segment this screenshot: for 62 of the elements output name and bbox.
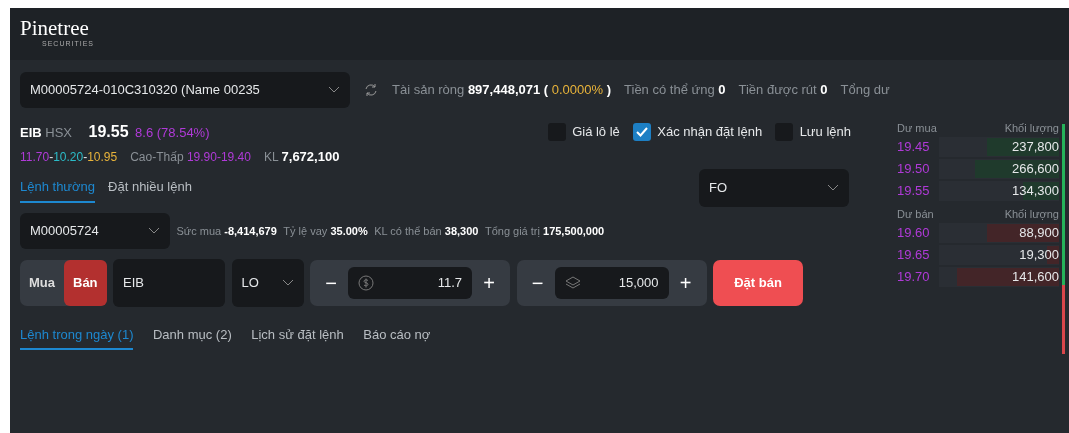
checkbox-option[interactable]: Giá lô lẻ	[547, 122, 620, 142]
dollar-icon	[358, 274, 375, 291]
bottom-tab[interactable]: Lịch sử đặt lệnh	[251, 320, 344, 351]
increase-button[interactable]: +	[668, 272, 703, 293]
account-stat: Tài sản ròng 897,448,071 ( 0.0000% )	[392, 81, 612, 100]
order-tab[interactable]: Đặt nhiều lệnh	[108, 173, 192, 203]
market-select[interactable]: FO	[699, 168, 849, 207]
order-price: 19.55	[897, 182, 930, 201]
price-change: 8.6 (78.54%)	[135, 124, 210, 142]
caret-icon	[148, 226, 160, 235]
submit-order-button[interactable]: Đặt bán	[713, 259, 804, 306]
account-stat: Tiền được rút 0	[738, 81, 828, 100]
checkbox-option[interactable]: Xác nhận đặt lệnh	[632, 122, 763, 142]
order-price: 19.45	[897, 138, 930, 157]
column-header: Dư bán	[897, 206, 934, 222]
stock-symbol: EIB HSX	[20, 124, 73, 142]
order-volume: 19,300	[1019, 246, 1059, 265]
checkbox[interactable]	[632, 122, 651, 141]
order-type-select[interactable]: LO	[231, 258, 304, 307]
side-toggle[interactable]: Mua	[20, 259, 64, 306]
column-header: Khối lượng	[1004, 206, 1059, 222]
account-stat: Tổng giá trị 175,500,000	[484, 223, 605, 239]
column-header: Dư mua	[897, 120, 937, 136]
account-stat: Tỷ lệ vay 35.00%	[283, 223, 368, 239]
decrease-button[interactable]: −	[314, 272, 349, 293]
account-stat: Sức mua -8,414,679	[176, 223, 277, 239]
layers-icon	[564, 274, 581, 291]
order-volume: 237,800	[1012, 138, 1059, 157]
price-field[interactable]: 11.7	[348, 266, 473, 299]
symbol-field[interactable]: EIB	[113, 258, 226, 307]
refresh-icon[interactable]	[363, 82, 379, 98]
caret-icon	[827, 183, 839, 192]
account-stat: Tổng dư	[840, 81, 890, 100]
order-volume: 88,900	[1019, 224, 1059, 243]
price-range: 11.70-10.20-10.95	[20, 149, 118, 167]
account-stat: Tiền có thể ứng 0	[624, 81, 726, 100]
increase-button[interactable]: +	[472, 272, 507, 293]
high-low: Cao-Thấp 19.90-19.40	[130, 149, 251, 167]
bottom-tab[interactable]: Báo cáo nợ	[363, 320, 431, 351]
side-toggle[interactable]: Bán	[64, 259, 107, 306]
order-volume: 141,600	[1012, 268, 1059, 287]
order-price: 19.60	[897, 224, 930, 243]
order-price: 19.70	[897, 268, 930, 287]
order-price: 19.65	[897, 246, 930, 265]
stock-price: 19.55	[88, 122, 129, 142]
order-volume: 134,300	[1012, 182, 1059, 201]
logo: Pinetree	[20, 18, 90, 40]
sub-account-select[interactable]: M00005724	[20, 212, 170, 249]
order-tab[interactable]: Lệnh thường	[20, 173, 96, 203]
order-price: 19.50	[897, 160, 930, 179]
bottom-tab[interactable]: Danh mục (2)	[152, 320, 232, 351]
decrease-button[interactable]: −	[520, 272, 555, 293]
bottom-tab[interactable]: Lệnh trong ngày (1)	[20, 320, 134, 351]
volume: KL 7,672,100	[263, 148, 340, 167]
account-select[interactable]: M00005724-010C310320 (Name 00235	[20, 72, 350, 108]
caret-icon	[281, 278, 294, 287]
account-stat: KL có thể bán 38,300	[374, 223, 479, 239]
order-volume: 266,600	[1012, 160, 1059, 179]
caret-icon	[328, 86, 340, 94]
quantity-field[interactable]: 15,000	[554, 266, 669, 299]
checkbox-option[interactable]: Lưu lệnh	[775, 122, 851, 142]
column-header: Khối lượng	[1004, 120, 1059, 136]
